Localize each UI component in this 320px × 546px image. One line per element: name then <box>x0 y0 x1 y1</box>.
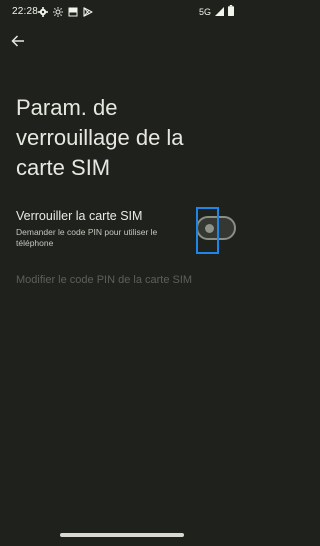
gallery-icon <box>68 7 78 17</box>
signal-icon <box>215 3 224 21</box>
settings-icon <box>38 7 48 17</box>
play-store-icon <box>83 7 93 17</box>
arrow-left-icon <box>11 34 25 53</box>
status-bar: 22:28 5G <box>0 0 245 24</box>
status-time: 22:28 <box>12 6 39 17</box>
back-button[interactable] <box>6 33 30 53</box>
highlight-box <box>196 207 219 254</box>
status-icons-left <box>38 5 93 19</box>
network-type: 5G <box>198 7 211 17</box>
gesture-navigation-bar[interactable] <box>60 533 184 537</box>
page-title: Param. de verrouillage de la carte SIM <box>16 95 184 180</box>
status-icons-right: 5G <box>199 5 234 19</box>
lock-sim-summary: Demander le code PIN pour utiliser le té… <box>16 227 158 248</box>
brightness-icon <box>53 7 63 17</box>
change-pin-setting[interactable]: Modifier le code PIN de la carte SIM <box>16 274 192 286</box>
battery-icon <box>228 3 234 21</box>
lock-sim-title: Verrouiller la carte SIM <box>16 209 143 223</box>
